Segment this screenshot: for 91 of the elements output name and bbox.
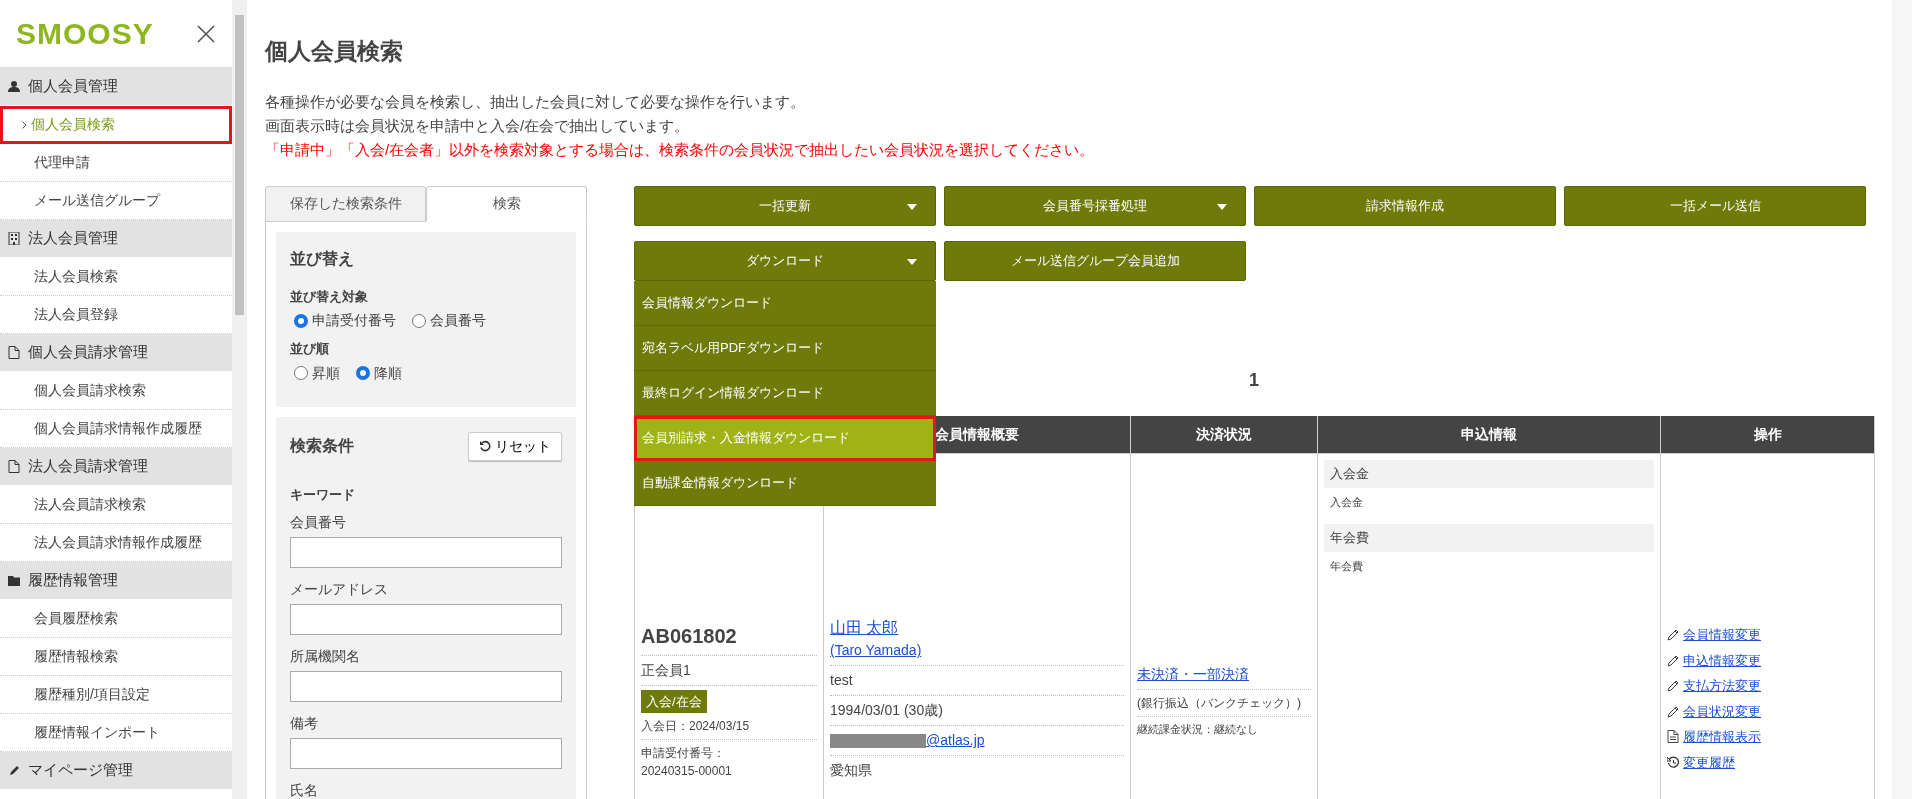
action-button[interactable]: 請求情報作成 xyxy=(1254,185,1556,226)
document-icon xyxy=(8,346,20,359)
radio-button[interactable] xyxy=(294,313,308,328)
field-label: メールアドレス xyxy=(290,580,389,600)
member-id: AB061802 xyxy=(641,616,817,656)
logo: SMOOSY xyxy=(16,16,154,52)
tab[interactable]: 保存した検索条件 xyxy=(265,185,426,222)
input-field[interactable] xyxy=(290,604,562,636)
sidebar-group-title: 法人会員管理 xyxy=(28,228,118,249)
menu-item[interactable]: 最終ログイン情報ダウンロード xyxy=(634,370,936,416)
field-label: 所属機関名 xyxy=(290,647,361,667)
radio-label: 降順 xyxy=(374,363,402,383)
input-field[interactable] xyxy=(290,671,562,703)
reset-button[interactable]: リセット xyxy=(468,431,562,461)
action-button[interactable]: 会員番号採番処理 xyxy=(944,185,1246,226)
page-title: 個人会員検索 xyxy=(265,38,404,66)
sidebar-group-title: 個人会員請求管理 xyxy=(28,342,148,363)
menu-item[interactable]: 宛名ラベル用PDFダウンロード xyxy=(634,325,936,371)
recurring-status: 継続課金状況：継続なし xyxy=(1137,721,1259,737)
close-icon xyxy=(196,23,216,44)
document-icon xyxy=(8,460,20,473)
menu-item[interactable]: 会員情報ダウンロード xyxy=(634,280,936,326)
application-label: 申請受付番号： xyxy=(641,745,726,763)
operation-link[interactable]: 支払方法変更 xyxy=(1683,676,1761,696)
description-text: 各種操作が必要な会員を検索し、抽出した会員に対して必要な操作を行います。 xyxy=(265,91,806,112)
status-badge: 入会/在会 xyxy=(641,689,707,714)
column-header: 申込情報 xyxy=(1317,415,1661,454)
tab[interactable]: 検索 xyxy=(426,185,587,222)
action-button[interactable]: 一括更新 xyxy=(634,185,936,226)
sidebar-group-title: 法人会員請求管理 xyxy=(28,456,148,477)
building-icon xyxy=(8,232,20,245)
payment-method: (銀行振込（バンクチェック）) xyxy=(1137,689,1311,717)
field-label: 備考 xyxy=(290,714,319,734)
radio-label: 申請受付番号 xyxy=(312,311,396,331)
radio-button[interactable] xyxy=(412,313,426,328)
member-type: 正会員1 xyxy=(641,655,817,686)
person-icon xyxy=(8,80,20,93)
radio-label: 会員番号 xyxy=(430,311,486,331)
pencil-icon xyxy=(1667,628,1679,642)
operation-link[interactable]: 変更履歴 xyxy=(1683,752,1735,773)
section-label: キーワード xyxy=(290,485,356,504)
input-field[interactable] xyxy=(290,738,562,770)
fee-text: 入会金 xyxy=(1329,494,1364,510)
column-header: 決済状況 xyxy=(1130,415,1318,454)
menu-item[interactable]: 自動課金情報ダウンロード xyxy=(634,460,936,506)
payment-status-link[interactable]: 未決済・一部決済 xyxy=(1137,665,1249,682)
fee-heading: 入会金 xyxy=(1324,460,1654,488)
panel-title: 並び替え xyxy=(290,248,355,269)
pencil-icon xyxy=(1667,704,1679,718)
panel-title: 検索条件 xyxy=(290,436,354,457)
action-button[interactable]: メール送信グループ会員追加 xyxy=(944,240,1246,281)
chevron-right-icon xyxy=(22,120,27,129)
operation-link[interactable]: 会員情報変更 xyxy=(1683,625,1761,645)
pencil-icon xyxy=(8,764,20,777)
fee-text: 年会費 xyxy=(1329,558,1364,574)
operation-link[interactable]: 履歴情報表示 xyxy=(1683,727,1761,747)
description-text: 画面表示時は会員状況を申請中と入会/在会で抽出しています。 xyxy=(265,115,691,136)
field-label: 会員番号 xyxy=(290,513,347,533)
sidebar-group-title: 履歴情報管理 xyxy=(28,570,118,591)
email-link[interactable]: @atlas.jp xyxy=(926,732,985,749)
document-icon xyxy=(1667,730,1679,744)
sidebar-group-title: マイページ管理 xyxy=(28,760,133,781)
radio-button[interactable] xyxy=(294,366,308,381)
note-text: test xyxy=(830,666,1124,697)
radio-button[interactable] xyxy=(356,366,370,381)
pencil-icon xyxy=(1667,653,1679,667)
fee-heading: 年会費 xyxy=(1324,524,1654,552)
field-label: 並び替え対象 xyxy=(290,287,369,306)
birth-date: 1994/03/01 (30歳) xyxy=(830,696,1124,727)
member-name-link[interactable]: (Taro Yamada) xyxy=(830,642,922,659)
field-label: 氏名 xyxy=(290,781,319,799)
action-button[interactable]: 一括メール送信 xyxy=(1564,185,1866,226)
action-button[interactable]: ダウンロード xyxy=(634,240,936,281)
folder-icon xyxy=(8,574,20,587)
field-label: 並び順 xyxy=(290,340,330,359)
prefecture: 愛知県 xyxy=(830,761,873,781)
radio-label: 昇順 xyxy=(312,363,340,383)
reset-icon xyxy=(479,440,491,453)
history-icon xyxy=(1667,755,1679,769)
column-header: 操作 xyxy=(1660,415,1875,454)
scrollbar[interactable] xyxy=(232,0,247,799)
member-name-link[interactable]: 山田 太郎 xyxy=(830,619,899,637)
input-field[interactable] xyxy=(290,537,562,569)
warning-text: 「申請中」「入会/在会者」以外を検索対象とする場合は、検索条件の会員状況で抽出したい会員状況を選択してください。 xyxy=(265,139,1096,160)
pencil-icon xyxy=(1667,679,1679,693)
page-number[interactable]: 1 xyxy=(1249,369,1259,390)
operation-link[interactable]: 申込情報変更 xyxy=(1683,650,1761,671)
application-number: 20240315-00001 xyxy=(641,763,733,781)
sidebar-group-title: 個人会員管理 xyxy=(28,76,118,97)
join-date: 入会日：2024/03/15 xyxy=(641,713,817,741)
operation-link[interactable]: 会員状況変更 xyxy=(1683,701,1761,722)
